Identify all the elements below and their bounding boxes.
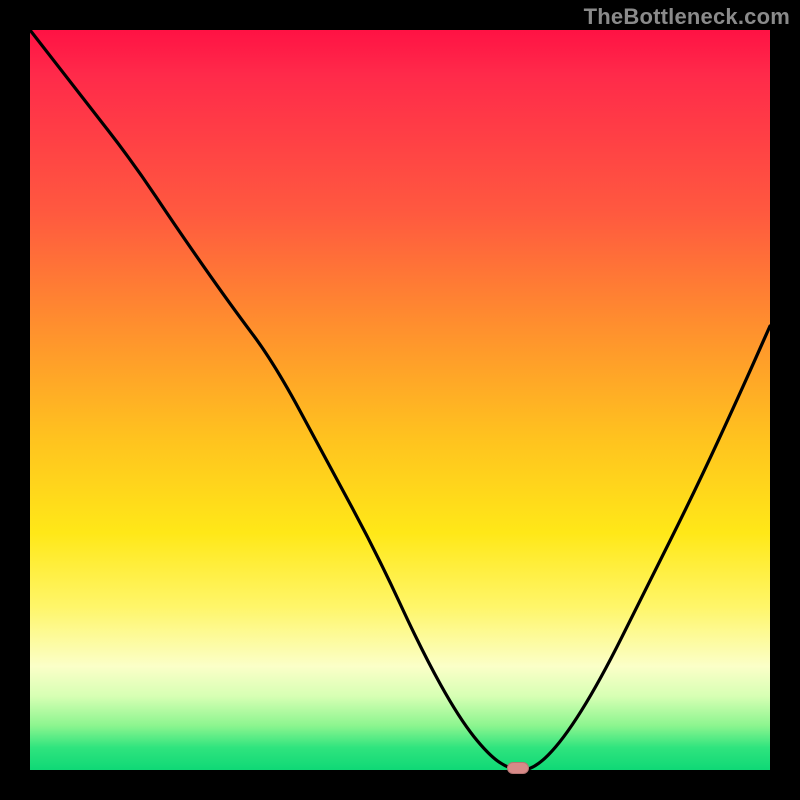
plot-area	[30, 30, 770, 770]
bottleneck-curve	[30, 30, 770, 770]
curve-svg	[30, 30, 770, 770]
watermark-text: TheBottleneck.com	[584, 4, 790, 30]
optimum-marker	[507, 762, 529, 774]
chart-frame: TheBottleneck.com	[0, 0, 800, 800]
